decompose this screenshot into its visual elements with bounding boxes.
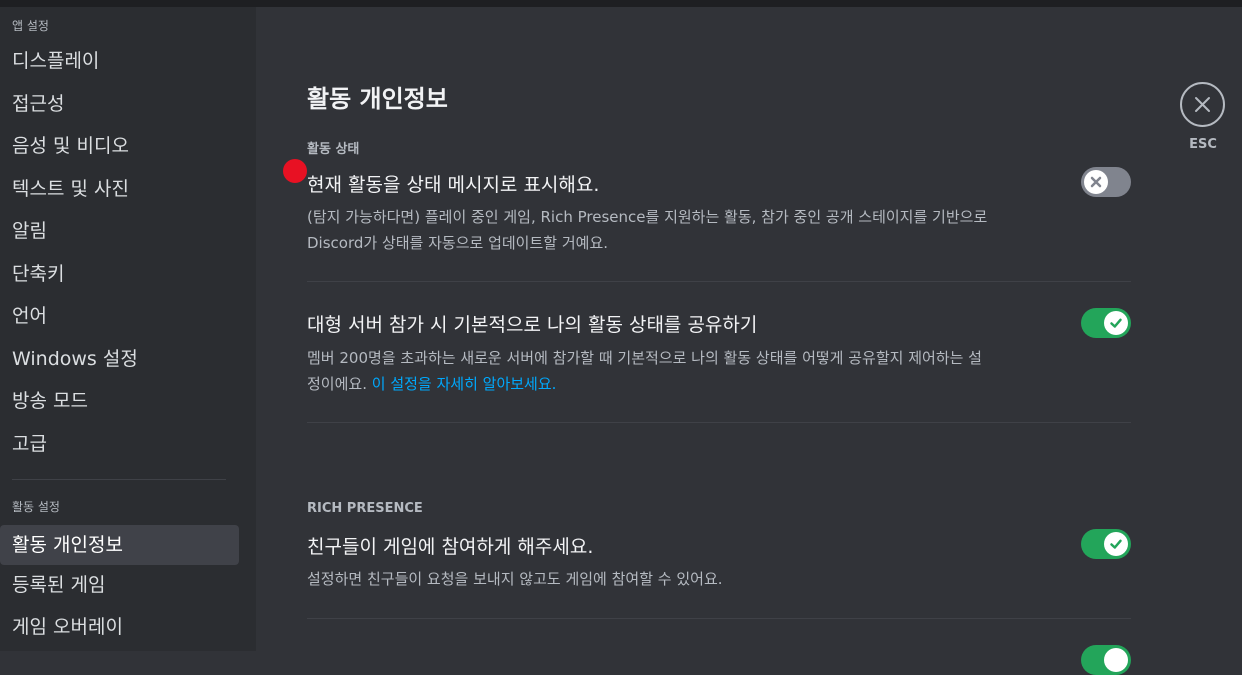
esc-label: ESC [1189,137,1217,152]
option-desc-line: 멤버 200명을 초과하는 새로운 서버에 참가할 때 기본적으로 나의 활동 … [307,349,982,367]
option-desc-text: 정이에요. [307,375,367,393]
sidebar-header-app-settings: 앱 설정 [12,19,49,33]
close-icon [1195,97,1210,112]
page-title: 활동 개인정보 [307,85,448,113]
cursor-marker-dot [283,159,307,183]
toggle-display-activity[interactable] [1081,167,1131,197]
toggle-share-activity-large-servers[interactable] [1081,308,1131,338]
option-title-share-activity-large-servers: 대형 서버 참가 시 기본적으로 나의 활동 상태를 공유하기 [307,314,758,336]
section-label-rich-presence: RICH PRESENCE [307,501,423,516]
window-top-bar [0,0,1242,7]
check-icon [1110,318,1122,328]
option-desc-line: (탐지 가능하다면) 플레이 중인 게임, Rich Presence를 지원하… [307,208,988,226]
option-title-display-activity: 현재 활동을 상태 메시지로 표시해요. [307,174,600,196]
sidebar-item-windows-settings[interactable]: Windows 설정 [0,339,239,379]
toggle-allow-friends-join[interactable] [1081,529,1131,559]
option-desc-line: 정이에요. 이 설정을 자세히 알아보세요. [307,371,1107,397]
sidebar-item-display[interactable]: 디스플레이 [0,41,239,81]
sidebar-item-language[interactable]: 언어 [0,296,239,336]
option-title-allow-friends-join: 친구들이 게임에 참여하게 해주세요. [307,536,594,558]
close-button[interactable] [1180,82,1225,127]
option-desc-line: Discord가 상태를 자동으로 업데이트할 거예요. [307,234,609,252]
sidebar-item-notifications[interactable]: 알림 [0,211,239,251]
divider [307,422,1131,423]
sidebar-item-text-images[interactable]: 텍스트 및 사진 [0,169,239,209]
close-icon [1090,176,1102,188]
sidebar-separator [12,479,226,480]
sidebar-header-activity-settings: 활동 설정 [12,500,60,514]
sidebar-item-streamer-mode[interactable]: 방송 모드 [0,381,239,421]
toggle-knob [1104,648,1128,672]
sidebar-item-game-overlay[interactable]: 게임 오버레이 [0,607,239,647]
toggle-knob [1084,170,1108,194]
section-label-activity-status: 활동 상태 [307,142,360,157]
divider [307,281,1131,282]
sidebar-item-activity-privacy[interactable]: 활동 개인정보 [0,525,239,565]
option-desc-display-activity: (탐지 가능하다면) 플레이 중인 게임, Rich Presence를 지원하… [307,204,1107,256]
option-desc-allow-friends-join: 설정하면 친구들이 요청을 보내지 않고도 게임에 참여할 수 있어요. [307,570,723,588]
sidebar-item-registered-games[interactable]: 등록된 게임 [0,565,239,605]
settings-sidebar: 앱 설정 디스플레이 접근성 음성 및 비디오 텍스트 및 사진 알림 단축키 … [0,7,256,651]
sidebar-item-keybinds[interactable]: 단축키 [0,254,239,294]
toggle-knob [1104,532,1128,556]
sidebar-item-advanced[interactable]: 고급 [0,424,239,464]
sidebar-item-voice-video[interactable]: 음성 및 비디오 [0,126,239,166]
learn-more-link[interactable]: 이 설정을 자세히 알아보세요. [372,375,557,393]
toggle-next-option[interactable] [1081,645,1131,675]
sidebar-item-accessibility[interactable]: 접근성 [0,84,239,124]
divider [307,618,1131,619]
option-desc-share-activity-large-servers: 멤버 200명을 초과하는 새로운 서버에 참가할 때 기본적으로 나의 활동 … [307,345,1107,397]
check-icon [1110,539,1122,549]
settings-content: 활동 개인정보 활동 상태 현재 활동을 상태 메시지로 표시해요. (탐지 가… [256,7,1242,675]
toggle-knob [1104,311,1128,335]
